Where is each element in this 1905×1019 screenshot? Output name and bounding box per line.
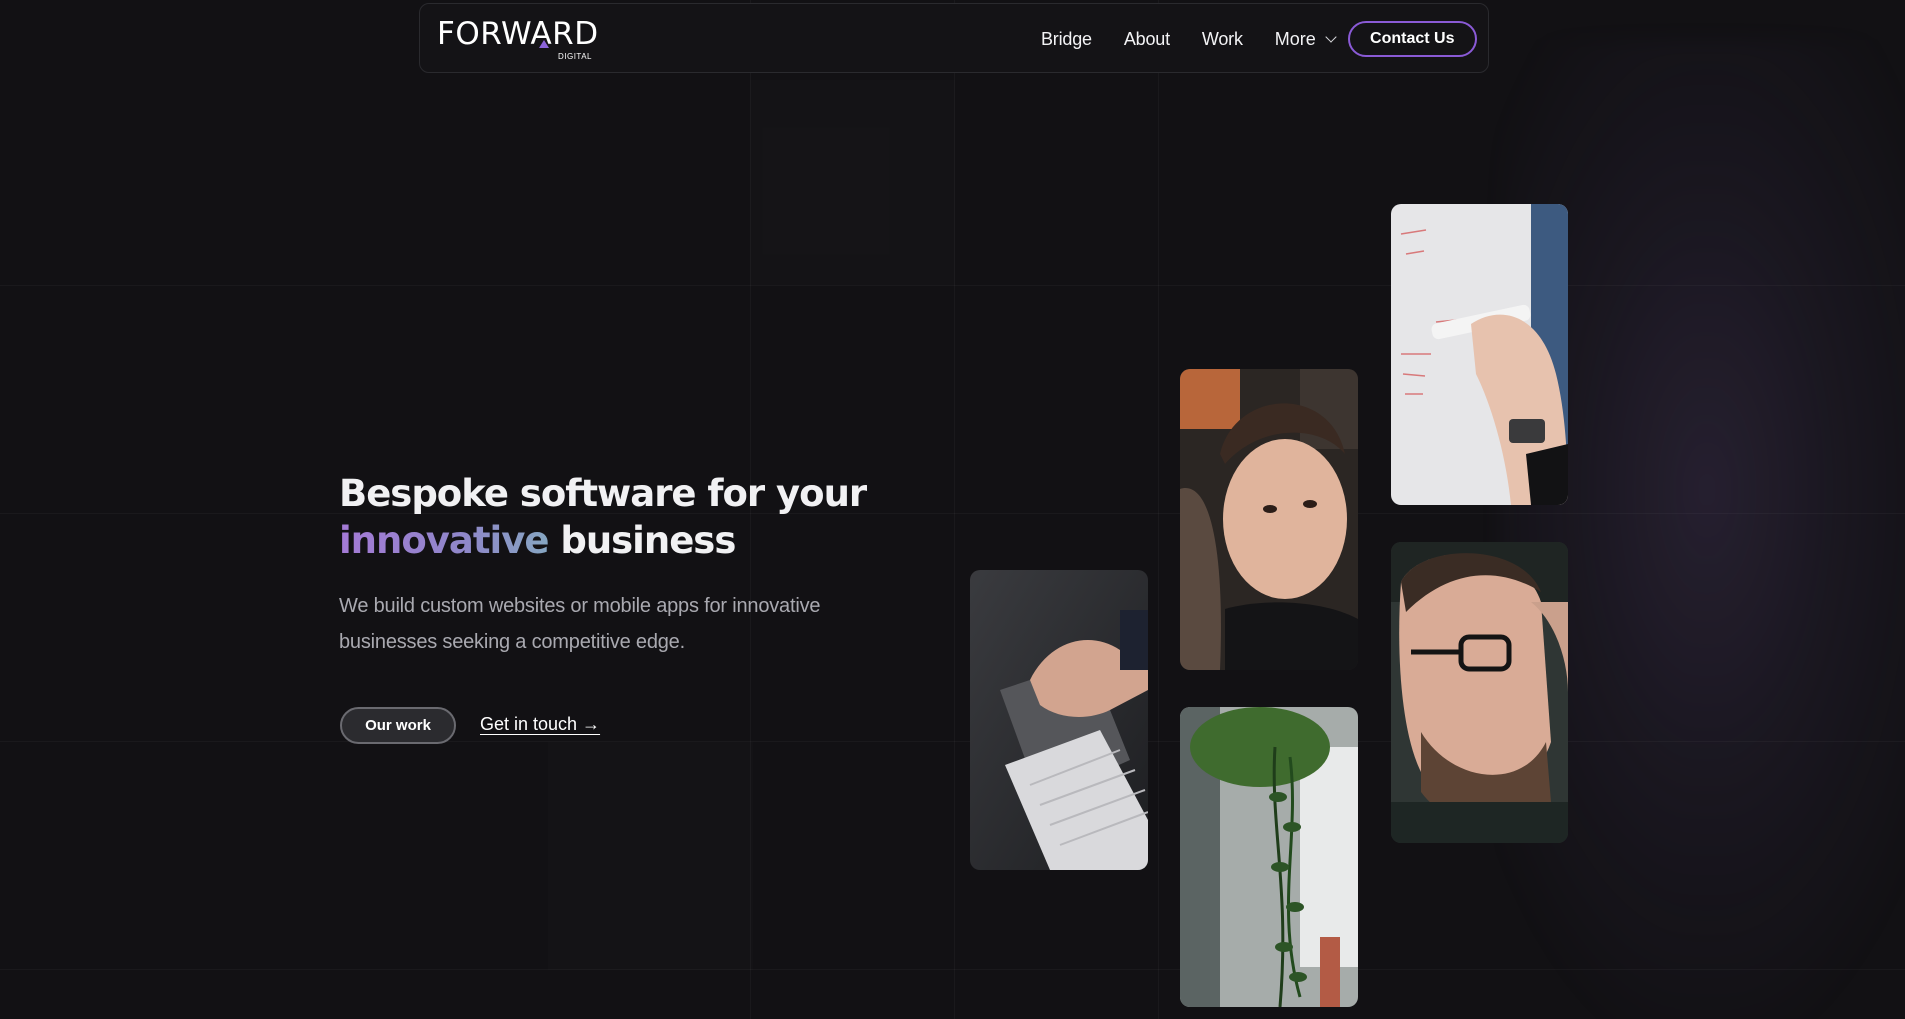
logo-wordmark: FORWARD [437, 16, 599, 52]
nav-link-bridge[interactable]: Bridge [1041, 29, 1092, 50]
chevron-down-icon [1325, 31, 1337, 43]
hero-subtitle: We build custom websites or mobile apps … [339, 595, 821, 653]
page: FORWARD DIGITAL Bridge About Work More C… [0, 0, 1905, 1019]
man-with-glasses-photo [1391, 542, 1568, 843]
hands-on-laptop-photo [970, 570, 1148, 870]
nav-more-dropdown[interactable]: More [1274, 28, 1337, 50]
nav-more-label: More [1274, 28, 1316, 49]
logo-subtitle: DIGITAL [557, 52, 592, 61]
our-work-button[interactable]: Our work [340, 707, 456, 744]
logo-accent-triangle-icon [539, 40, 549, 48]
hero-title-line1: Bespoke software for your [339, 472, 867, 515]
hero-title-accent: innovative [339, 519, 549, 562]
navbar: FORWARD DIGITAL Bridge About Work More C… [419, 3, 1489, 73]
contact-us-button[interactable]: Contact Us [1347, 21, 1477, 57]
nav-links: Bridge About Work More Contact Us [1041, 4, 1477, 74]
man-portrait-photo [1180, 369, 1358, 670]
hanging-plant-photo [1180, 707, 1358, 1007]
nav-link-work[interactable]: Work [1202, 29, 1243, 50]
whiteboard-writing-photo [1391, 204, 1568, 505]
background-grid [0, 0, 1905, 1019]
hero-title: Bespoke software for your innovative bus… [339, 470, 899, 564]
logo[interactable]: FORWARD DIGITAL [437, 18, 598, 62]
hero-title-rest: business [548, 519, 736, 562]
get-in-touch-link[interactable]: Get in touch → [480, 714, 600, 735]
nav-link-about[interactable]: About [1124, 29, 1170, 50]
